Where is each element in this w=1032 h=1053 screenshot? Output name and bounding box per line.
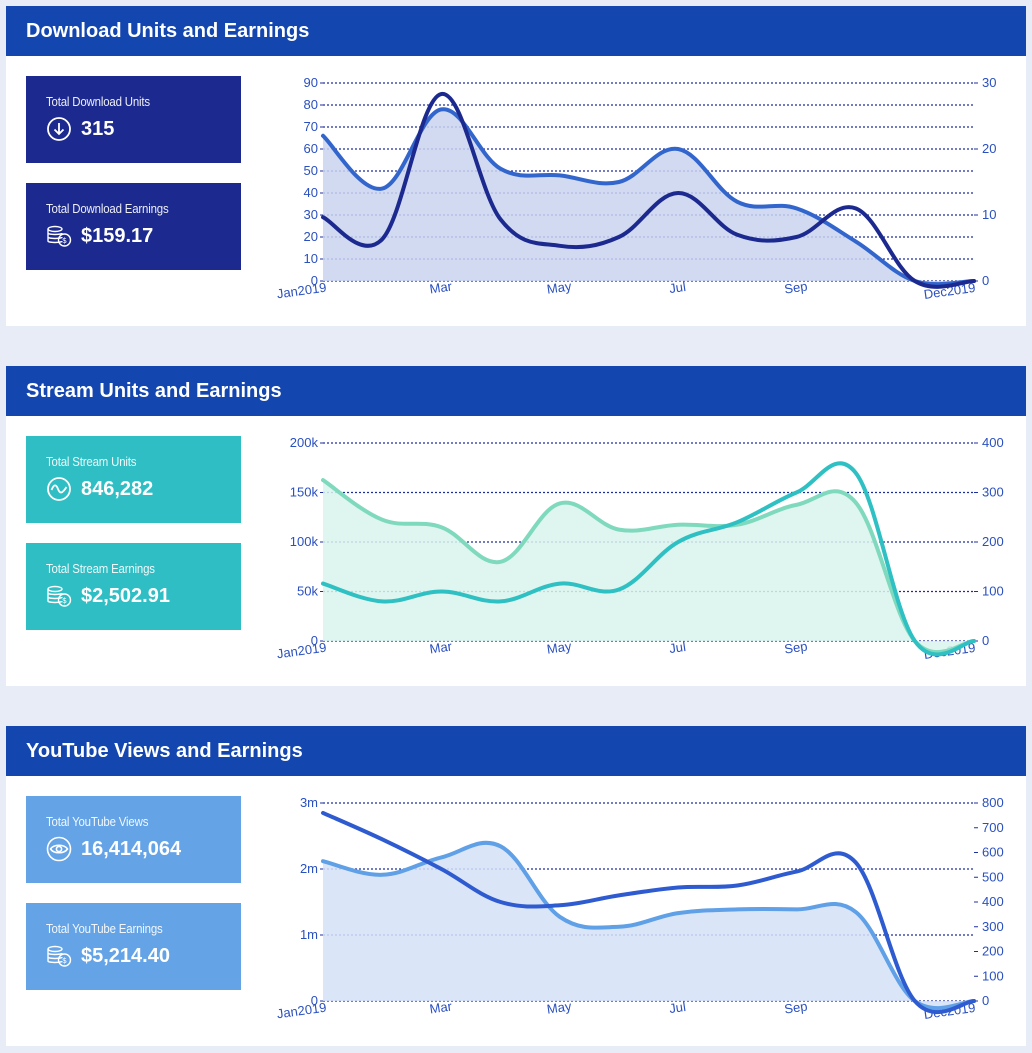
y-left-tick-label: 60 (304, 141, 318, 156)
stat-label: Total YouTube Views (46, 814, 149, 829)
y-right-tick-label: 600 (982, 845, 1004, 860)
stat-value: $159.17 (81, 224, 154, 247)
stat-label: Total Download Units (46, 94, 150, 109)
total-download-earnings-card[interactable]: Total Download Earnings $ $159.17 (26, 183, 241, 270)
y-left-tick-label: 30 (304, 207, 318, 222)
y-left-tick-label: 50 (304, 163, 318, 178)
total-stream-units-card[interactable]: Total Stream Units 846,282 (26, 436, 241, 523)
y-left-tick-label: 90 (304, 75, 318, 90)
y-right-tick-label: 500 (982, 869, 1004, 884)
youtube-panel-title: YouTube Views and Earnings (6, 726, 1026, 776)
x-tick-label: May (546, 998, 573, 1016)
y-left-tick-label: 2m (300, 861, 318, 876)
x-tick-label: Jan2019 (276, 640, 327, 662)
total-youtube-earnings-card[interactable]: Total YouTube Earnings $ $5,214.40 (26, 903, 241, 990)
x-tick-label: Mar (429, 998, 454, 1016)
y-left-tick-label: 70 (304, 119, 318, 134)
y-right-tick-label: 400 (982, 435, 1004, 450)
y-right-tick-label: 100 (982, 968, 1004, 983)
download-icon (47, 117, 71, 141)
x-tick-label: Mar (429, 638, 454, 656)
y-left-tick-label: 20 (304, 229, 318, 244)
y-right-tick-label: 700 (982, 820, 1004, 835)
stat-label: Total Stream Earnings (46, 561, 155, 576)
stat-value: 315 (81, 117, 115, 140)
stream-panel-title: Stream Units and Earnings (6, 366, 1026, 416)
eye-icon (46, 836, 72, 862)
x-tick-label: May (546, 638, 573, 656)
coins-icon: $ (47, 225, 72, 247)
svg-text:$: $ (62, 956, 67, 965)
download-panel: Download Units and Earnings Total Downlo… (6, 6, 1026, 326)
stat-label: Total Stream Units (46, 454, 137, 469)
y-right-tick-label: 300 (982, 485, 1004, 500)
y-left-tick-label: 3m (300, 795, 318, 810)
y-left-tick-label: 40 (304, 185, 318, 200)
wave-icon (47, 477, 71, 501)
y-right-tick-label: 400 (982, 894, 1004, 909)
svg-text:$: $ (62, 236, 67, 245)
y-right-tick-label: 200 (982, 944, 1004, 959)
coins-icon: $ (47, 945, 72, 967)
y-left-tick-label: 200k (290, 435, 319, 450)
x-tick-label: Jan2019 (276, 1000, 327, 1022)
x-tick-label: Sep (783, 999, 808, 1017)
y-right-tick-label: 0 (982, 273, 989, 288)
y-right-tick-label: 30 (982, 75, 996, 90)
youtube-chart: 01m2m3m0100200300400500600700800Jan2019 M… (276, 795, 1004, 1022)
download-panel-title: Download Units and Earnings (6, 6, 1026, 56)
stat-value: 16,414,064 (81, 837, 182, 860)
y-right-tick-label: 0 (982, 993, 989, 1008)
stat-value: $2,502.91 (81, 584, 170, 607)
youtube-panel: YouTube Views and Earnings Total YouTube… (6, 726, 1026, 1046)
stream-panel: Stream Units and Earnings Total Stream U… (6, 366, 1026, 686)
x-tick-label: Jul (668, 639, 687, 656)
y-right-tick-label: 300 (982, 919, 1004, 934)
total-youtube-views-card[interactable]: Total YouTube Views 16,414,064 (26, 796, 241, 883)
x-tick-label: Jan2019 (276, 280, 327, 302)
x-tick-label: Sep (783, 279, 808, 297)
y-left-tick-label: 80 (304, 97, 318, 112)
y-left-tick-label: 150k (290, 485, 319, 500)
stat-value: 846,282 (81, 477, 154, 500)
stat-label: Total Download Earnings (46, 201, 169, 216)
x-tick-label: Mar (429, 278, 454, 296)
stream-chart: 050k100k150k200k0100200300400Jan2019 Mar M… (276, 435, 1004, 662)
total-download-units-card[interactable]: Total Download Units 315 (26, 76, 241, 163)
y-left-tick-label: 1m (300, 927, 318, 942)
total-stream-earnings-card[interactable]: Total Stream Earnings $ $2,502.91 (26, 543, 241, 630)
stat-label: Total YouTube Earnings (46, 921, 163, 936)
coins-icon: $ (47, 585, 72, 607)
x-tick-label: Sep (783, 639, 808, 657)
x-tick-label: May (546, 278, 573, 296)
y-right-tick-label: 100 (982, 584, 1004, 599)
y-right-tick-label: 10 (982, 207, 996, 222)
x-tick-label: Jul (668, 999, 687, 1016)
y-right-tick-label: 20 (982, 141, 996, 156)
x-tick-label: Jul (668, 279, 687, 296)
series-area (323, 842, 974, 1009)
y-left-tick-label: 10 (304, 251, 318, 266)
y-right-tick-label: 0 (982, 633, 989, 648)
y-left-tick-label: 100k (290, 534, 319, 549)
stat-value: $5,214.40 (81, 944, 170, 967)
download-chart: 01020304050607080900102030Jan2019 Mar May J… (276, 75, 997, 302)
y-left-tick-label: 50k (297, 584, 318, 599)
svg-text:$: $ (62, 596, 67, 605)
y-right-tick-label: 800 (982, 795, 1004, 810)
y-right-tick-label: 200 (982, 534, 1004, 549)
